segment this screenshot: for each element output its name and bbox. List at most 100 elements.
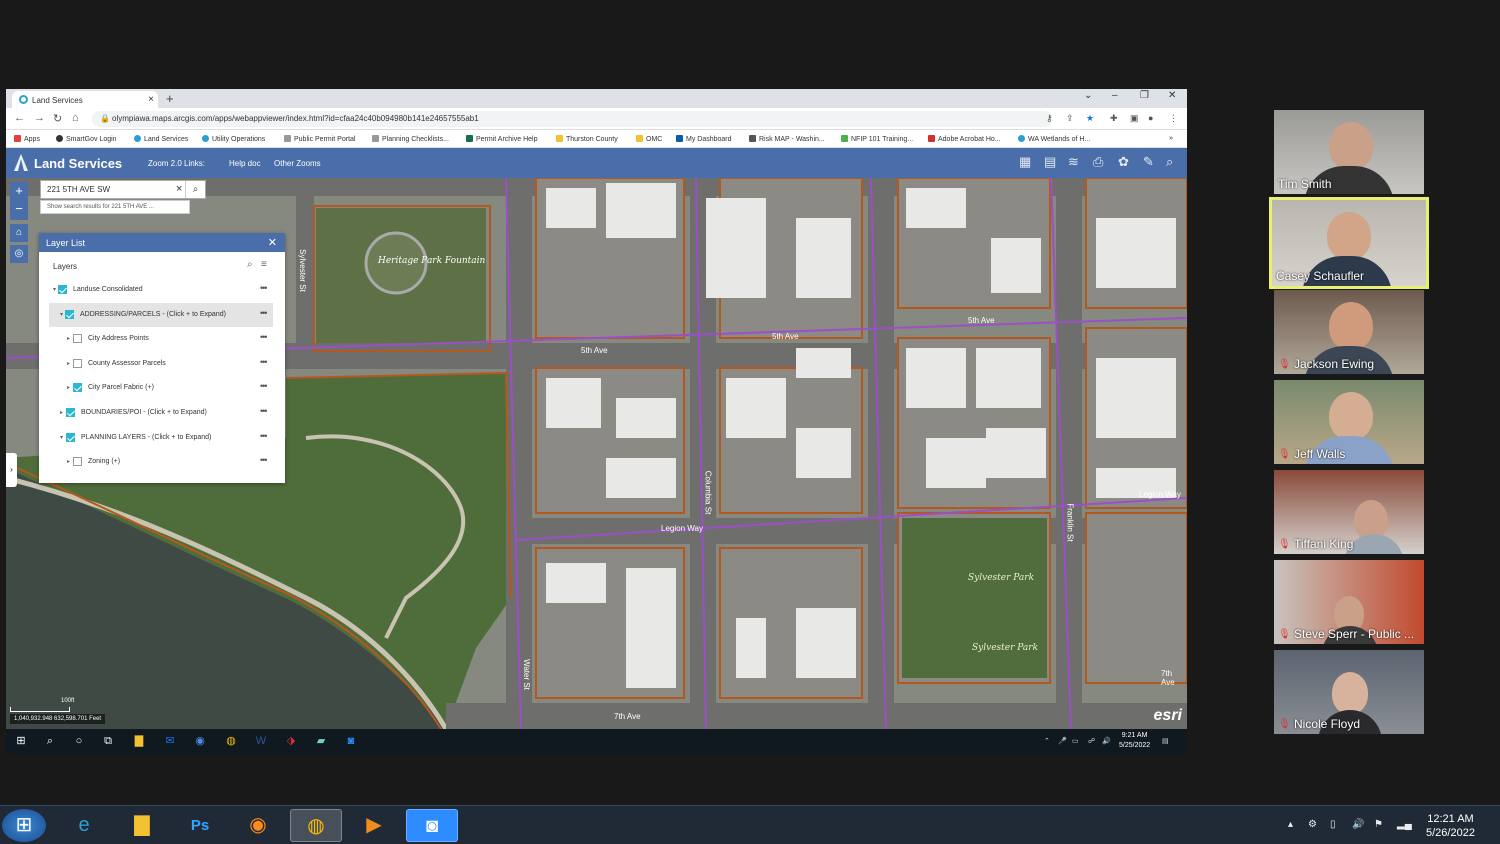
more-options-icon[interactable]: ••• [260, 332, 268, 342]
zoom-app-icon[interactable]: ◙ [406, 809, 458, 842]
file-explorer-icon[interactable]: ▇ [132, 734, 146, 748]
layer-row[interactable]: ▾ PLANNING LAYERS - (Click + to Expand) ••… [39, 426, 285, 451]
bookmark[interactable]: WA Wetlands of H... [1018, 135, 1090, 143]
layer-checkbox[interactable] [73, 383, 82, 393]
expand-icon[interactable]: ▸ [67, 360, 70, 367]
bookmark[interactable]: Risk MAP - Washin... [749, 135, 825, 143]
home-icon[interactable]: ⌂ [72, 112, 79, 124]
bookmark[interactable]: Thurston County [556, 135, 618, 143]
star-icon[interactable]: ★ [1086, 113, 1094, 124]
expand-icon[interactable]: ▸ [67, 335, 70, 342]
photoshop-icon[interactable]: Ps [174, 809, 226, 842]
acrobat-icon[interactable]: ⬗ [284, 734, 298, 748]
clear-icon[interactable]: × [176, 183, 182, 195]
task-view-icon[interactable]: ⧉ [101, 734, 115, 748]
side-panel-toggle[interactable]: › [6, 453, 17, 487]
extensions-icon[interactable]: ✚ [1110, 113, 1118, 124]
layer-checkbox[interactable] [73, 334, 82, 344]
zoom-in-icon[interactable]: + [10, 182, 28, 200]
bookmark[interactable]: Permit Archive Help [466, 135, 537, 143]
layer-checkbox[interactable] [66, 407, 75, 417]
more-options-icon[interactable]: ••• [260, 431, 268, 441]
search-input[interactable]: 221 5TH AVE SW × ⌕ [40, 180, 206, 199]
filter-icon[interactable]: ≡ [261, 259, 267, 270]
participant-tile[interactable]: 🎙 Steve Sperr - Public ... [1274, 560, 1424, 644]
volume-icon[interactable]: 🔊 [1102, 737, 1111, 745]
profile-icon[interactable]: ● [1148, 113, 1153, 123]
print-icon[interactable]: ⎙ [1093, 154, 1103, 170]
media-player-icon[interactable]: ▶ [348, 809, 400, 842]
basemap-icon[interactable]: ▦ [1019, 154, 1031, 170]
layer-checkbox[interactable] [73, 457, 82, 467]
windows-start-icon[interactable]: ⊞ [14, 734, 28, 748]
search-layers-icon[interactable]: ⌕ [247, 259, 253, 270]
expand-icon[interactable]: ▾ [53, 286, 56, 293]
remote-clock[interactable]: 9:21 AM 5/25/2022 [1119, 731, 1150, 751]
firefox-icon[interactable]: ◉ [232, 809, 284, 842]
layer-row[interactable]: ▸ Zoning (+) ••• [39, 450, 285, 475]
more-options-icon[interactable]: ••• [260, 406, 268, 416]
zoom-icon[interactable]: ◙ [344, 734, 358, 748]
chrome-icon[interactable]: ◍ [290, 809, 342, 842]
bookmark[interactable]: NFIP 101 Training... [841, 135, 913, 143]
expand-icon[interactable]: ▾ [60, 434, 63, 441]
url-field[interactable]: 🔒 olympiawa.maps.arcgis.com/apps/webappv… [92, 111, 1052, 127]
expand-icon[interactable]: ▸ [60, 409, 63, 416]
help-doc-link[interactable]: Help doc [229, 159, 261, 168]
bookmark-tool-icon[interactable]: ▤ [1044, 154, 1056, 170]
more-options-icon[interactable]: ••• [260, 308, 268, 318]
file-explorer-icon[interactable]: ▇ [116, 809, 168, 842]
app-icon[interactable]: ▰ [314, 734, 328, 748]
layer-checkbox[interactable] [65, 309, 74, 319]
analysis-icon[interactable]: ✿ [1118, 154, 1129, 170]
measure-icon[interactable]: ✎ [1143, 154, 1154, 170]
notification-icon[interactable]: ▤ [1162, 737, 1169, 745]
search-icon[interactable]: ⌕ [43, 734, 57, 748]
layer-row[interactable]: ▾ ADDRESSING/PARCELS - (Click + to Expand… [49, 302, 273, 328]
layer-row[interactable]: ▸ County Assessor Parcels ••• [39, 352, 285, 377]
other-zooms-link[interactable]: Other Zooms [274, 159, 321, 168]
share-icon[interactable]: ⇪ [1066, 113, 1074, 124]
minimize-icon[interactable]: – [1112, 90, 1118, 101]
participant-tile[interactable]: 🎙 Jackson Ewing [1274, 290, 1424, 374]
bookmark[interactable]: My Dashboard [676, 135, 732, 143]
bookmark[interactable]: OMC [636, 135, 662, 143]
outlook-icon[interactable]: ✉ [163, 734, 177, 748]
home-extent-icon[interactable]: ⌂ [10, 224, 28, 242]
sidepanel-icon[interactable]: ▣ [1130, 113, 1139, 124]
map-view[interactable]: Heritage Park Fountain Sylvester Park Sy… [6, 178, 1187, 729]
maximize-icon[interactable]: ❐ [1140, 90, 1149, 101]
tray-chevron-icon[interactable]: ▴ [1288, 819, 1293, 830]
tray-chevron-icon[interactable]: ⌃ [1044, 737, 1050, 745]
more-options-icon[interactable]: ••• [260, 381, 268, 391]
layer-checkbox[interactable] [58, 285, 67, 294]
cortana-icon[interactable]: ○ [72, 734, 86, 748]
search-tool-icon[interactable]: ⌕ [1166, 154, 1173, 170]
bookmark[interactable]: Planning Checklists... [372, 135, 449, 143]
signal-icon[interactable]: ▂▄ [1397, 819, 1412, 830]
participant-tile[interactable]: 🎙 Tiffani King [1274, 470, 1424, 554]
layer-checkbox[interactable] [73, 358, 82, 368]
locate-icon[interactable]: ◎ [10, 245, 28, 263]
wifi-icon[interactable]: ☍ [1088, 737, 1095, 745]
bookmark[interactable]: Apps [14, 135, 40, 143]
windows-start-orb-icon[interactable]: ⊞ [2, 809, 46, 842]
participant-tile[interactable]: 🎙 Nicole Floyd [1274, 650, 1424, 734]
layer-row[interactable]: ▸ BOUNDARIES/POI - (Click + to Expand) ••• [39, 401, 285, 426]
forward-icon[interactable]: → [34, 112, 45, 124]
layer-checkbox[interactable] [66, 432, 75, 442]
layers-tool-icon[interactable]: ≋ [1068, 154, 1079, 170]
bookmarks-overflow-icon[interactable]: » [1169, 135, 1173, 142]
network-tray-icon[interactable]: ⚙ [1308, 819, 1317, 830]
more-options-icon[interactable]: ••• [260, 357, 268, 367]
word-icon[interactable]: W [254, 734, 268, 748]
expand-icon[interactable]: ▸ [67, 384, 70, 391]
internet-explorer-icon[interactable]: e [58, 809, 110, 842]
participant-tile[interactable]: Tim Smith [1274, 110, 1424, 194]
mic-icon[interactable]: 🎤 [1058, 737, 1067, 745]
expand-icon[interactable]: ▾ [60, 311, 63, 318]
participant-tile[interactable]: 🎙 Jeff Walls [1274, 380, 1424, 464]
more-options-icon[interactable]: ••• [260, 455, 268, 465]
bookmark[interactable]: Adobe Acrobat Ho... [928, 135, 1001, 143]
menu-icon[interactable]: ⋮ [1169, 113, 1178, 124]
